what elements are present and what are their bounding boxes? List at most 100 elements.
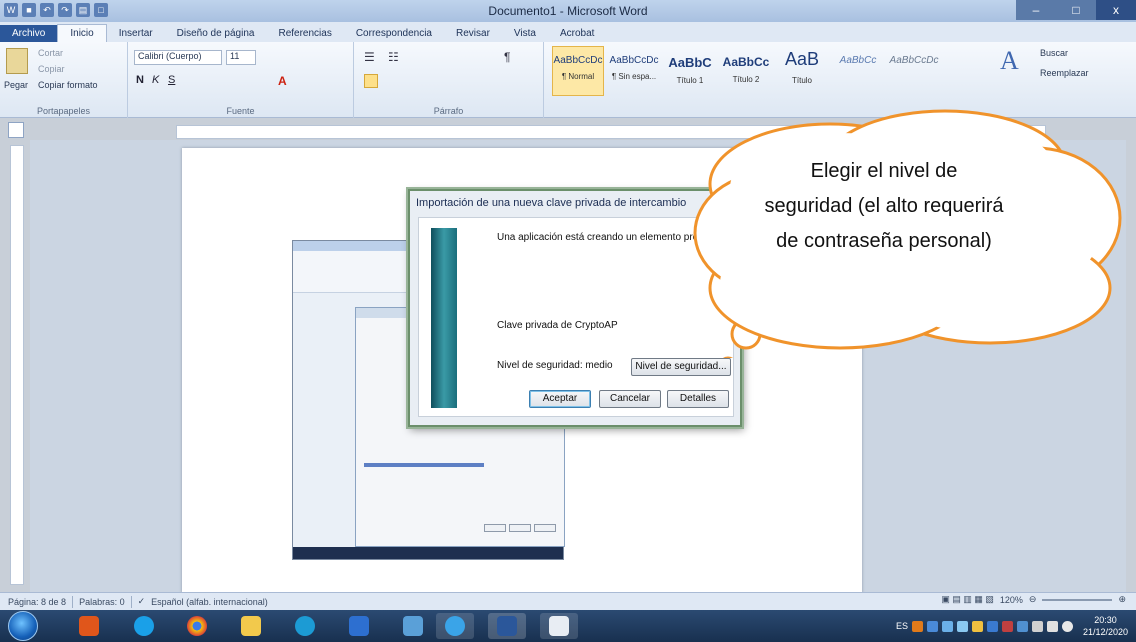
paste-button[interactable]: Pegar bbox=[4, 80, 28, 90]
close-button[interactable]: x bbox=[1096, 0, 1136, 20]
tab-vista[interactable]: Vista bbox=[502, 25, 548, 42]
dialog-panel: Una aplicación está creando un elemento … bbox=[418, 217, 734, 417]
bullets-icon[interactable]: ☰ bbox=[364, 50, 375, 64]
tray-security-icon[interactable] bbox=[926, 620, 938, 632]
tray-antivirus-icon[interactable] bbox=[1001, 620, 1013, 632]
skype-icon[interactable] bbox=[125, 613, 163, 639]
page-count[interactable]: Página: 8 de 8 bbox=[8, 597, 66, 607]
styles-gallery: AaBbCcDc ¶ Normal AaBbCcDc ¶ Sin espa... A… bbox=[548, 42, 988, 118]
tray-volume-icon[interactable] bbox=[1061, 620, 1073, 632]
embedded-wizard-buttons bbox=[484, 524, 556, 532]
clock-time: 20:30 bbox=[1094, 615, 1117, 625]
tray-sync-icon[interactable] bbox=[956, 620, 968, 632]
ribbon: Pegar Cortar Copiar Copiar formato Porta… bbox=[0, 42, 1136, 118]
bold-icon[interactable]: N bbox=[136, 74, 144, 86]
style-subtitulo[interactable]: AaBbCc bbox=[832, 46, 884, 96]
cut-button[interactable]: Cortar bbox=[38, 48, 63, 58]
pilcrow-icon[interactable]: ¶ bbox=[504, 50, 510, 64]
tab-archivo[interactable]: Archivo bbox=[0, 25, 58, 42]
align-left-icon[interactable] bbox=[364, 74, 378, 88]
style-titulo-2[interactable]: AaBbCc Título 2 bbox=[720, 46, 772, 96]
clock-date: 21/12/2020 bbox=[1082, 627, 1128, 637]
tray-battery-icon[interactable] bbox=[1031, 620, 1043, 632]
ribbon-tabs: Archivo Inicio Insertar Diseño de página… bbox=[0, 22, 1136, 42]
clock[interactable]: 20:30 21/12/2020 bbox=[1083, 614, 1128, 638]
style-sin-espaciado[interactable]: AaBbCcDc ¶ Sin espa... bbox=[608, 46, 660, 96]
tab-revisar[interactable]: Revisar bbox=[444, 25, 502, 42]
security-level-button[interactable]: Nivel de seguridad... bbox=[631, 358, 731, 376]
embedded-taskbar bbox=[293, 547, 563, 559]
system-tray: ES 20:30 21/12/2020 bbox=[896, 610, 1136, 642]
view-buttons[interactable]: ▣ ▤ ▥ ▦ ▧ bbox=[941, 594, 994, 605]
tray-office-icon[interactable] bbox=[911, 620, 923, 632]
tray-signal-icon[interactable] bbox=[1046, 620, 1058, 632]
paste-icon[interactable] bbox=[6, 48, 28, 74]
accept-button[interactable]: Aceptar bbox=[529, 390, 591, 408]
style-titulo-1[interactable]: AaBbC Título 1 bbox=[664, 46, 716, 96]
tray-network-icon[interactable] bbox=[986, 620, 998, 632]
office-icon[interactable] bbox=[70, 613, 108, 639]
tab-diseno-pagina[interactable]: Diseño de página bbox=[165, 25, 267, 42]
embedded-link bbox=[364, 463, 484, 467]
zoom-level[interactable]: 120% bbox=[1000, 595, 1023, 605]
word-icon[interactable] bbox=[488, 613, 526, 639]
start-icon[interactable] bbox=[8, 611, 38, 641]
minimize-button[interactable]: – bbox=[1016, 0, 1056, 20]
clipboard-group-label: Portapapeles bbox=[36, 106, 91, 116]
clipboard-group: Pegar Cortar Copiar Copiar formato Porta… bbox=[0, 42, 128, 118]
tab-correspondencia[interactable]: Correspondencia bbox=[344, 25, 444, 42]
font-color-icon[interactable]: A bbox=[278, 74, 287, 88]
tab-referencias[interactable]: Referencias bbox=[266, 25, 343, 42]
style-normal[interactable]: AaBbCcDc ¶ Normal bbox=[552, 46, 604, 96]
style-enfasis[interactable]: AaBbCcDc bbox=[888, 46, 940, 96]
paragraph-group: ☰ ☷ ¶ Párrafo bbox=[354, 42, 544, 118]
paragraph-group-label: Párrafo bbox=[433, 106, 464, 116]
font-group-label: Fuente bbox=[226, 106, 255, 116]
window-title: Documento1 - Microsoft Word bbox=[488, 4, 648, 18]
style-titulo[interactable]: AaB Título bbox=[776, 46, 828, 96]
numbering-icon[interactable]: ☷ bbox=[388, 50, 399, 64]
find-button[interactable]: Buscar bbox=[1040, 48, 1068, 58]
font-size-box[interactable]: 11 bbox=[226, 50, 256, 65]
dialog-side-art bbox=[431, 228, 457, 408]
language-label[interactable]: Español (alfab. internacional) bbox=[151, 597, 268, 607]
tab-selector[interactable] bbox=[8, 122, 24, 138]
change-styles-icon[interactable]: A bbox=[1000, 46, 1030, 82]
font-name-box[interactable]: Calibri (Cuerpo) bbox=[134, 50, 222, 65]
replace-button[interactable]: Reemplazar bbox=[1040, 68, 1089, 78]
word-count[interactable]: Palabras: 0 bbox=[79, 597, 125, 607]
tab-inicio[interactable]: Inicio bbox=[57, 24, 107, 42]
zoom-out-icon[interactable]: ⊖ bbox=[1029, 594, 1037, 605]
maximize-button[interactable]: □ bbox=[1056, 0, 1096, 20]
tab-acrobat[interactable]: Acrobat bbox=[548, 25, 606, 42]
callout-text: Elegir el nivel de seguridad (el alto re… bbox=[764, 160, 1004, 252]
edge-icon[interactable] bbox=[286, 613, 324, 639]
zoom-in-icon[interactable]: ⊕ bbox=[1118, 594, 1126, 605]
underline-icon[interactable]: S bbox=[168, 74, 175, 86]
chrome-icon[interactable] bbox=[178, 613, 216, 639]
copy-button[interactable]: Copiar bbox=[38, 64, 65, 74]
tab-insertar[interactable]: Insertar bbox=[107, 25, 165, 42]
proofing-icon[interactable]: ✓ bbox=[138, 596, 146, 607]
security-icon[interactable] bbox=[340, 613, 378, 639]
title-bar: W ■ ↶ ↷ ▤ □ Documento1 - Microsoft Word … bbox=[0, 0, 1136, 22]
language-indicator[interactable]: ES bbox=[896, 621, 908, 631]
internet-explorer-icon[interactable] bbox=[436, 613, 474, 639]
file-explorer-icon[interactable] bbox=[232, 613, 270, 639]
window-controls: – □ x bbox=[1016, 0, 1136, 20]
font-group: Calibri (Cuerpo) 11 N K S A Fuente bbox=[128, 42, 354, 118]
tray-bluetooth-icon[interactable] bbox=[1016, 620, 1028, 632]
tray-cloud-icon[interactable] bbox=[941, 620, 953, 632]
security-level-label: Nivel de seguridad: medio bbox=[497, 360, 613, 371]
network-icon[interactable] bbox=[394, 613, 432, 639]
blank-window-icon[interactable] bbox=[540, 613, 578, 639]
cancel-button[interactable]: Cancelar bbox=[599, 390, 661, 408]
zoom-slider[interactable] bbox=[1042, 598, 1113, 601]
details-button[interactable]: Detalles bbox=[667, 390, 729, 408]
tray-flag-icon[interactable] bbox=[971, 620, 983, 632]
zoom-controls: ▣ ▤ ▥ ▦ ▧ 120% ⊖ ⊕ bbox=[941, 594, 1126, 605]
dialog-message: Una aplicación está creando un elemento … bbox=[497, 232, 715, 243]
vertical-ruler[interactable] bbox=[10, 145, 24, 585]
italic-icon[interactable]: K bbox=[152, 74, 159, 86]
format-painter-button[interactable]: Copiar formato bbox=[38, 80, 98, 90]
